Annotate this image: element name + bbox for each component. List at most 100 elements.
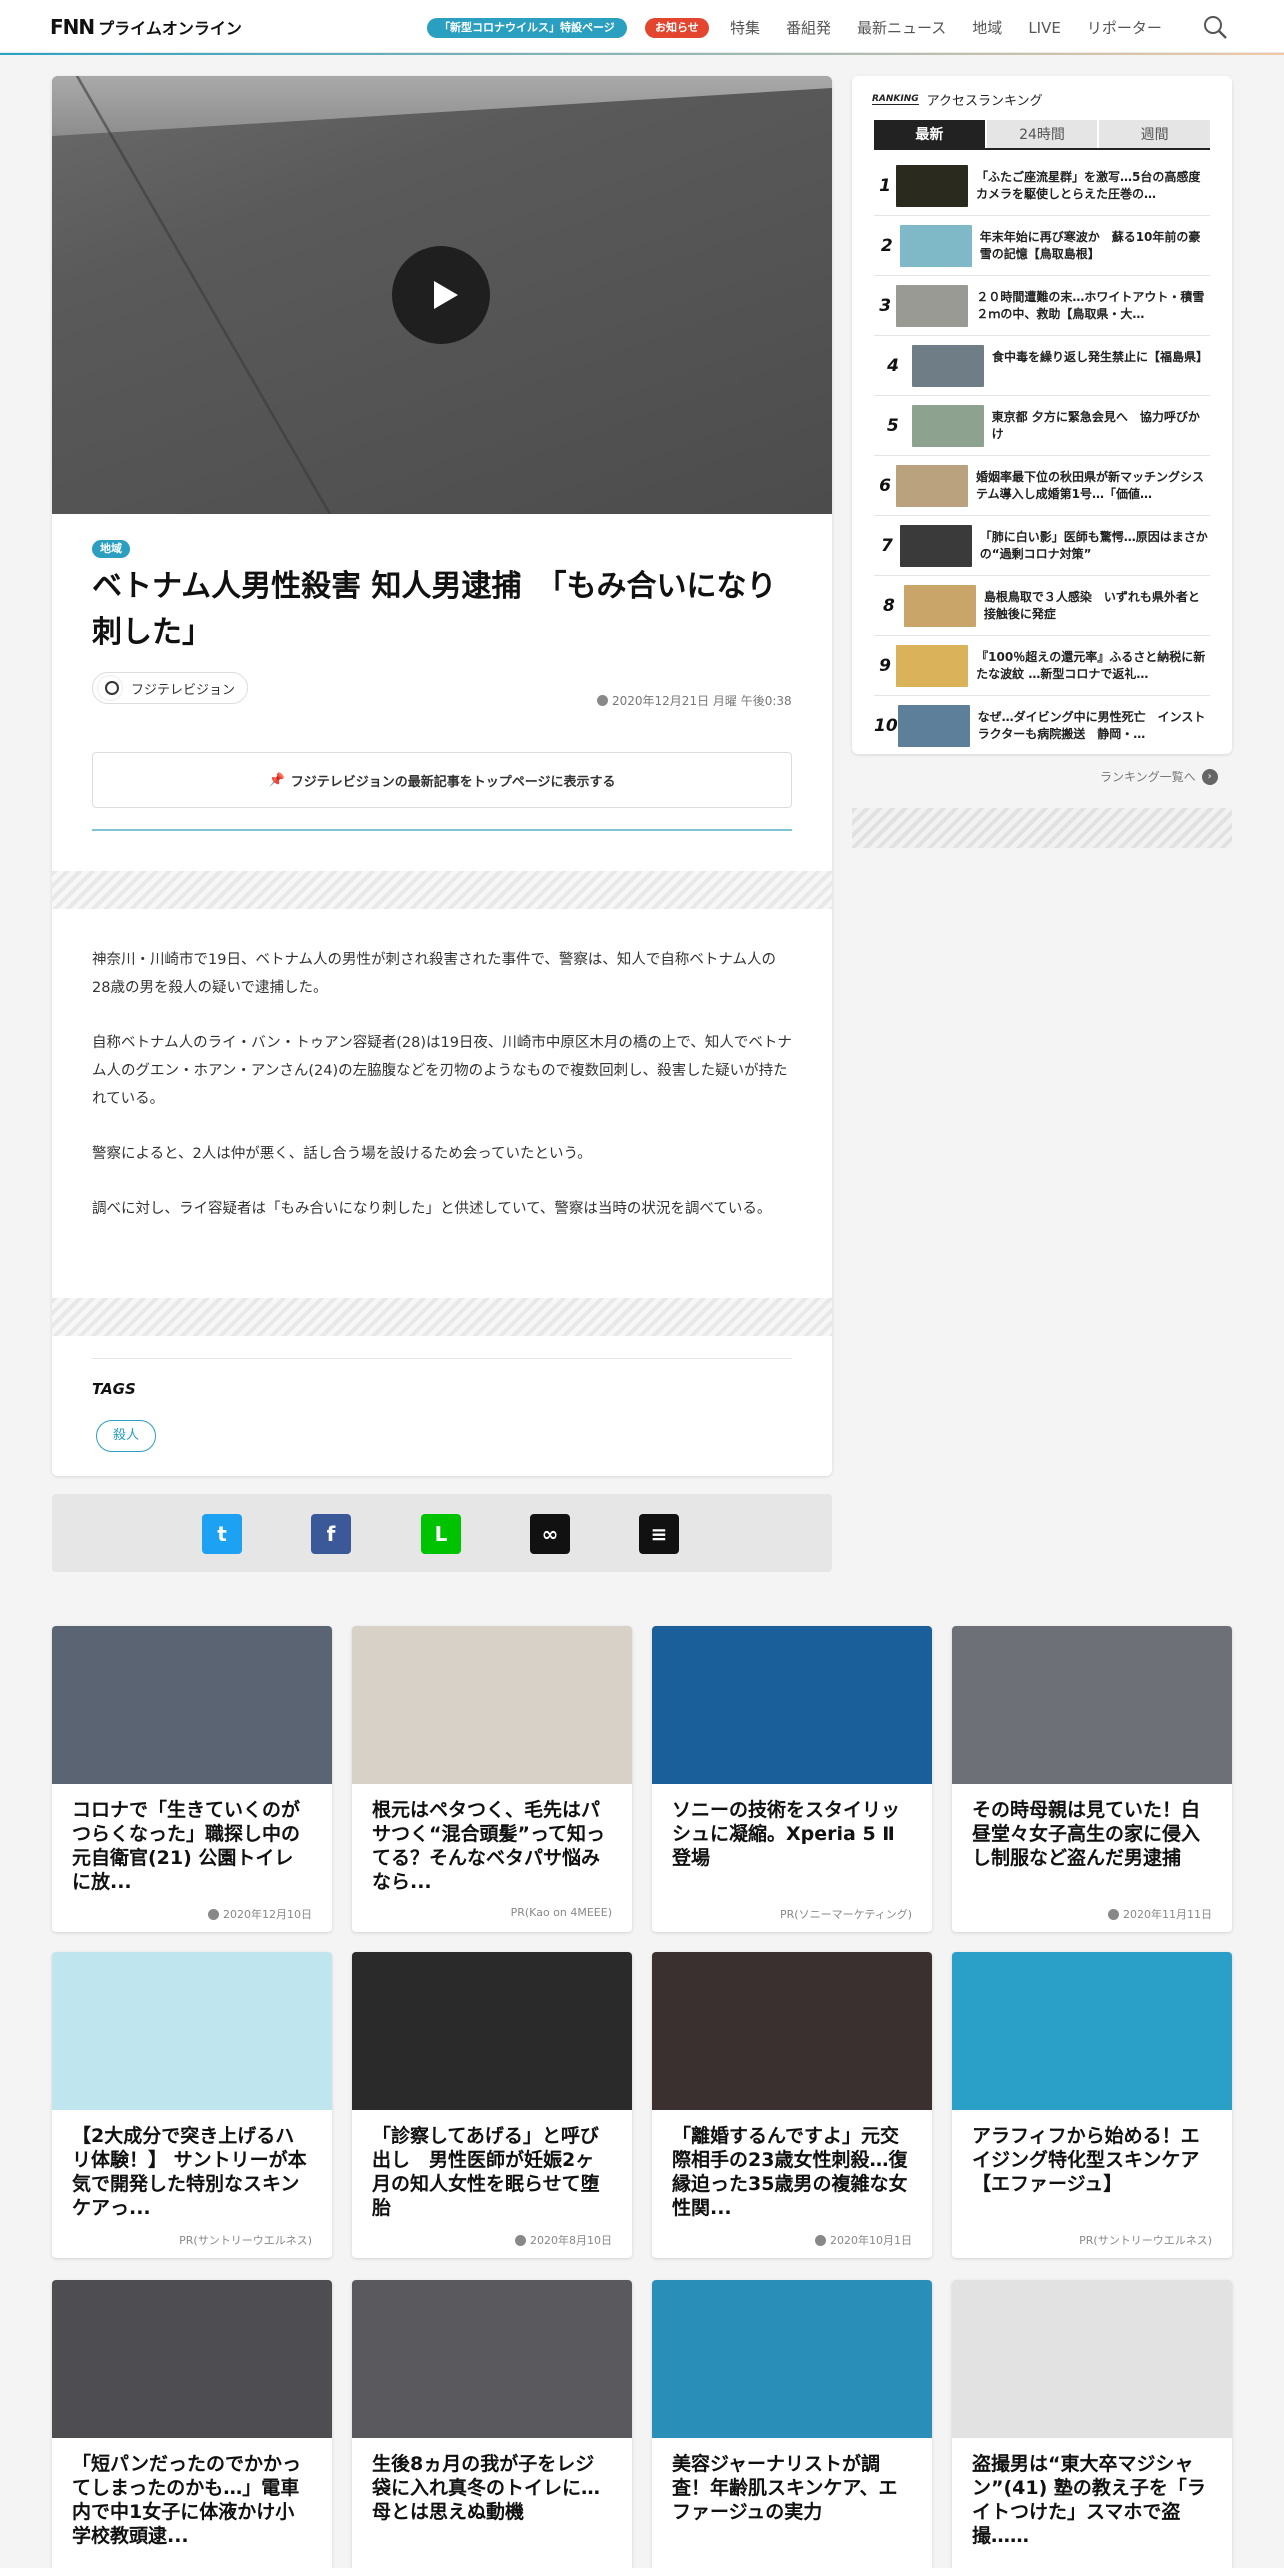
ranking-thumbnail	[912, 344, 984, 387]
ranking-item[interactable]: 10 なぜ…ダイビング中に男性死亡 インストラクターも病院搬送 静岡・…	[874, 696, 1210, 756]
article-card: 地域 ベトナム人男性殺害 知人男逮捕 「もみ合いになり刺した」 フジテレビジョン…	[52, 76, 832, 1476]
article-date: 2020年12月21日 月曜 午後0:38	[597, 692, 792, 709]
ranking-item[interactable]: 2 年末年始に再び寒波か 蘇る10年前の豪雪の記憶【鳥取島根】	[874, 216, 1210, 276]
card-meta-text: PR(Kao on 4MEEE)	[510, 1906, 612, 1919]
nav-item-region[interactable]: 地域	[972, 16, 1002, 40]
card-thumbnail	[352, 1952, 632, 2110]
ranking-item[interactable]: 1 「ふたご座流星群」を激写…5台の高感度カメラを駆使しとらえた圧巻の…	[874, 156, 1210, 216]
ranking-item[interactable]: 3 ２０時間遭難の末…ホワイトアウト・積雪２ｍの中、救助【鳥取県・大…	[874, 276, 1210, 336]
recommend-card[interactable]: コロナで「生きていくのがつらくなった」職探し中の元自衛官(21) 公園トイレに放…	[52, 1626, 332, 1932]
card-title: 「短パンだったのでかかってしまったのかも…」電車内で中1女子に体液かけ小学校教頭…	[72, 2453, 301, 2547]
recommend-card[interactable]: その時母親は見ていた！白昼堂々女子高生の家に侵入し制服など盗んだ男逮捕 2020年…	[952, 1626, 1232, 1932]
recommend-card[interactable]: 美容ジャーナリストが調査！年齢肌スキンケア、エファージュの実力	[652, 2280, 932, 2568]
ranking-heading-text: アクセスランキング	[926, 94, 1043, 109]
ranking-item[interactable]: 8 島根鳥取で３人感染 いずれも県外者と接触後に発症	[874, 576, 1210, 636]
ranking-number: 6	[879, 475, 891, 496]
corona-special-button[interactable]: 「新型コロナウイルス」特設ページ	[427, 18, 627, 38]
article-paragraph: 神奈川・川崎市で19日、ベトナム人の男性が刺され殺害された事件で、警察は、知人で…	[92, 952, 776, 996]
card-meta: 2020年10月1日	[815, 2232, 912, 2248]
ranking-title: 年末年始に再び寒波か 蘇る10年前の豪雪の記憶【鳥取島根】	[979, 229, 1201, 261]
card-meta-text: PR(サントリーウエルネス)	[179, 2234, 312, 2247]
card-thumbnail	[352, 1626, 632, 1784]
source-chip[interactable]: フジテレビジョン	[92, 672, 249, 704]
card-thumbnail	[352, 2280, 632, 2438]
ranking-thumbnail	[899, 224, 972, 267]
tab-weekly[interactable]: 週間	[1099, 120, 1211, 148]
recommend-card[interactable]: 生後8ヵ月の我が子をレジ袋に入れ真冬のトイレに…母とは思えぬ動機	[352, 2280, 632, 2568]
chevron-right-icon: ›	[1201, 768, 1218, 785]
article-paragraph: 自称ベトナム人のライ・バン・トゥアン容疑者(28)は19日夜、川崎市中原区木月の…	[92, 1035, 792, 1107]
source-logo-icon	[97, 675, 123, 701]
recommend-card[interactable]: 根元はペタつく、毛先はパサつく“混合頭髪”って知ってる？そんなベタパサ悩みなら.…	[352, 1626, 632, 1932]
ranking-number: 2	[880, 235, 893, 256]
clock-icon	[597, 695, 608, 706]
card-thumbnail	[52, 1952, 332, 2110]
ranking-item[interactable]: 5 東京都 夕方に緊急会見へ 協力呼びかけ	[874, 396, 1210, 456]
card-meta: PR(サントリーウエルネス)	[1079, 2232, 1212, 2248]
ranking-item[interactable]: 4 食中毒を繰り返し発生禁止に【福島県】	[874, 336, 1210, 396]
site-logo[interactable]: FNN プライムオンライン	[50, 15, 242, 39]
ranking-item[interactable]: 9 『100％超えの還元率』ふるさと納税に新たな波紋 …新型コロナで返礼…	[874, 636, 1210, 696]
hatch-divider	[52, 871, 832, 909]
pin-label: フジテレビジョンの最新記事をトップページに表示する	[290, 774, 616, 790]
clock-icon	[208, 1908, 219, 1920]
ranking-title: 東京都 夕方に緊急会見へ 協力呼びかけ	[991, 409, 1200, 441]
source-name: フジテレビジョン	[131, 682, 236, 698]
card-title: 盗撮男は“東大卒マジシャン”(41) 塾の教え子を「ライトつけた」スマホで盗撮……	[972, 2453, 1206, 2547]
tag-chip[interactable]: 殺人	[96, 1420, 157, 1452]
nav-item-live[interactable]: LIVE	[1028, 16, 1061, 40]
search-icon[interactable]	[1202, 14, 1228, 40]
ranking-title: 食中毒を繰り返し発生禁止に【福島県】	[992, 349, 1209, 364]
card-thumbnail	[952, 1626, 1232, 1784]
ranking-number: 10	[874, 715, 898, 736]
article-paragraph: 調べに対し、ライ容疑者は「もみ合いになり刺した」と供述していて、警察は当時の状況…	[92, 1201, 772, 1217]
recommend-card[interactable]: 「離婚するんですよ」元交際相手の23歳女性刺殺…復縁迫った35歳男の複雑な女性関…	[652, 1952, 932, 2258]
ranking-heading-en: RANKING	[872, 94, 919, 105]
ranking-item[interactable]: 7 「肺に白い影」医師も驚愕…原因はまさかの“過剰コロナ対策”	[874, 516, 1210, 576]
card-meta: PR(Kao on 4MEEE)	[511, 1906, 612, 1919]
tab-24h[interactable]: 24時間	[986, 120, 1098, 148]
card-title: コロナで「生きていくのがつらくなった」職探し中の元自衛官(21) 公園トイレに放…	[72, 1799, 301, 1893]
recommend-card[interactable]: 「短パンだったのでかかってしまったのかも…」電車内で中1女子に体液かけ小学校教頭…	[52, 2280, 332, 2568]
card-meta-text: 2020年11月11日	[1123, 1908, 1212, 1921]
nav-item-program[interactable]: 番組発	[786, 16, 831, 40]
ranking-item[interactable]: 6 婚姻率最下位の秋田県が新マッチングシステム導入し成婚第1号…「価値…	[874, 456, 1210, 516]
recommend-card[interactable]: 【2大成分で突き上げるハリ体験！】 サントリーが本気で開発した特別なスキンケアっ…	[52, 1952, 332, 2258]
card-thumbnail	[652, 1952, 932, 2110]
card-title: 美容ジャーナリストが調査！年齢肌スキンケア、エファージュの実力	[672, 2453, 898, 2523]
notice-button[interactable]: お知らせ	[645, 18, 709, 38]
card-thumbnail	[652, 1626, 932, 1784]
card-meta-text: 2020年12月10日	[223, 1908, 312, 1921]
ranking-number: 3	[879, 295, 892, 316]
recommend-card[interactable]: アラフィフから始める！エイジング特化型スキンケア【エファージュ】 PR(サントリー…	[952, 1952, 1232, 2258]
recommend-card[interactable]: ソニーの技術をスタイリッシュに凝縮。Xperia 5 Ⅱ 登場 PR(ソニーマーケ…	[652, 1626, 932, 1932]
line-icon[interactable]: L	[421, 1514, 461, 1554]
category-badge[interactable]: 地域	[92, 540, 130, 558]
facebook-icon[interactable]: f	[311, 1514, 351, 1554]
ranking-title: ２０時間遭難の末…ホワイトアウト・積雪２ｍの中、救助【鳥取県・大…	[976, 289, 1205, 321]
play-icon[interactable]	[392, 246, 490, 344]
card-title: 【2大成分で突き上げるハリ体験！】 サントリーが本気で開発した特別なスキンケアっ…	[72, 2125, 307, 2219]
ranking-title: 婚姻率最下位の秋田県が新マッチングシステム導入し成婚第1号…「価値…	[976, 469, 1205, 501]
nav-item-reporter[interactable]: リポーター	[1087, 16, 1162, 40]
card-meta-text: PR(サントリーウエルネス)	[1079, 2234, 1212, 2247]
pin-to-top-button[interactable]: 📌 フジテレビジョンの最新記事をトップページに表示する	[92, 752, 792, 808]
twitter-icon[interactable]: t	[202, 1514, 242, 1554]
article-video[interactable]	[52, 76, 832, 514]
ranking-more-link[interactable]: ランキング一覧へ ›	[1100, 768, 1218, 785]
ranking-number: 1	[879, 175, 891, 196]
clock-icon	[1108, 1908, 1119, 1920]
recommend-card[interactable]: 「診察してあげる」と呼び出し 男性医師が妊娠2ヶ月の知人女性を眠らせて堕胎 202…	[352, 1952, 632, 2258]
comment-icon[interactable]: ≡	[639, 1514, 679, 1554]
link-icon[interactable]: ∞	[530, 1514, 570, 1554]
recommend-card[interactable]: 盗撮男は“東大卒マジシャン”(41) 塾の教え子を「ライトつけた」スマホで盗撮……	[952, 2280, 1232, 2568]
video-still-wall	[52, 76, 832, 136]
nav-item-latest[interactable]: 最新ニュース	[857, 16, 946, 40]
ranking-thumbnail	[896, 464, 969, 507]
tab-latest[interactable]: 最新	[874, 120, 985, 148]
card-title: ソニーの技術をスタイリッシュに凝縮。Xperia 5 Ⅱ 登場	[672, 1799, 901, 1869]
hatch-divider	[52, 1298, 832, 1336]
card-meta: 2020年11月11日	[1108, 1906, 1212, 1922]
divider	[92, 829, 792, 831]
nav-item-feature[interactable]: 特集	[730, 16, 760, 40]
